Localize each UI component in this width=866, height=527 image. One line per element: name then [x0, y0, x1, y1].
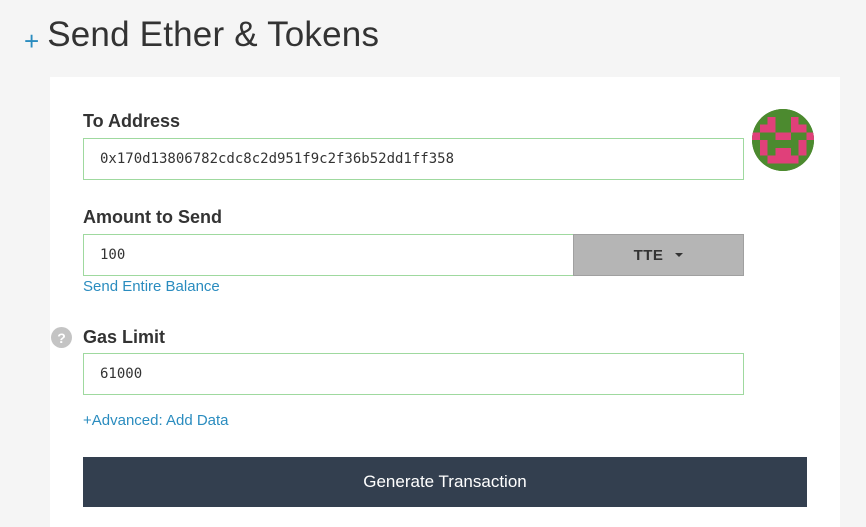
send-entire-balance-link[interactable]: Send Entire Balance	[83, 278, 220, 295]
send-form-card: To Address 0x170d13806782cdc8c2d951f9c2f…	[50, 77, 840, 527]
gas-limit-input[interactable]: 61000	[83, 353, 744, 395]
identicon-graphic	[752, 109, 814, 171]
advanced-add-data-link[interactable]: +Advanced: Add Data	[83, 412, 229, 429]
question-circle-icon[interactable]: ?	[51, 327, 72, 348]
to-address-input[interactable]: 0x170d13806782cdc8c2d951f9c2f36b52dd1ff3…	[83, 138, 744, 180]
generate-transaction-button[interactable]: Generate Transaction	[83, 457, 807, 507]
page-header: + Send Ether & Tokens	[24, 12, 379, 58]
page-title: Send Ether & Tokens	[47, 15, 380, 54]
amount-label: Amount to Send	[83, 207, 222, 227]
caret-down-icon	[675, 253, 684, 257]
gas-limit-label: Gas Limit	[83, 327, 166, 347]
to-address-label: To Address	[83, 111, 181, 131]
amount-input[interactable]: 100	[83, 234, 574, 276]
token-select-label: TTE	[633, 246, 664, 264]
address-identicon	[752, 109, 814, 171]
plus-icon[interactable]: +	[24, 28, 39, 54]
send-ether-page: + Send Ether & Tokens To Address 0x170d1…	[0, 0, 866, 527]
token-select-button[interactable]: TTE	[573, 234, 744, 276]
